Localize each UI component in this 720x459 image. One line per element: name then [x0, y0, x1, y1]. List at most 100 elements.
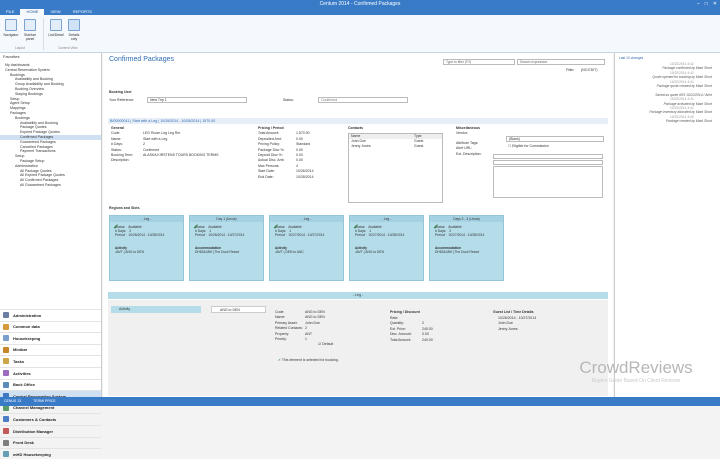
attribute-tags-field[interactable] [493, 154, 603, 159]
alert-url-field[interactable] [493, 160, 603, 165]
module-icon [3, 324, 9, 330]
module-front-desk[interactable]: Front Desk [0, 437, 101, 448]
tree-item-label: My dashboards [5, 63, 30, 67]
field-label: End Date: [258, 175, 296, 180]
tree-item-label: Cancelled Packages [20, 145, 53, 149]
status-item: CENUS 13 [4, 397, 21, 406]
navigation-tree: My dashboardsCentral Reservation SystemB… [0, 63, 101, 308]
commission-checkbox[interactable]: ☐ Eligible for Commission [508, 144, 549, 148]
card-field-label: Period: [355, 233, 365, 237]
region-card[interactable]: Days 2 - 3 (Uncia)✓Status:Available# Day… [429, 215, 504, 281]
field-value[interactable]: 240.00 [422, 338, 433, 343]
module-tasks[interactable]: Tasks [0, 355, 101, 366]
tree-item-label: Setup [10, 97, 19, 101]
tree-item-label: All Package Quotes [20, 169, 52, 173]
tree-item-label: All Guaranteed Packages [20, 183, 61, 187]
ribbon-separator [43, 18, 44, 50]
card-title: - Leg - [110, 216, 183, 222]
commission-label: Eligible for Commission [512, 144, 549, 148]
contacts-grid[interactable]: NameType John DoeGuestJenny JonesGuest [348, 133, 443, 203]
field-value[interactable]: ALASKA KIRSTENS TOURS BOOKING TERMS [143, 153, 218, 158]
change-text[interactable]: Package created by Mark Short [615, 119, 720, 123]
module-housekeeping[interactable]: Housekeeping [0, 332, 101, 343]
minimize-icon[interactable]: – [697, 0, 700, 8]
module-icon [3, 382, 9, 388]
region-card[interactable]: - Leg -✓Status:Available# Days:1Period:1… [269, 215, 344, 281]
card-field-label: Period: [115, 233, 125, 237]
tree-item-label: Setup [15, 154, 24, 158]
card-section-value: JAVT | ANG to DEN [115, 250, 144, 254]
pricing-discount-fields: Rate:Quantity:2Ext. Price:240.00Disc. Am… [390, 316, 433, 343]
tree-item[interactable]: All Guaranteed Packages [0, 183, 101, 188]
window-controls: – □ ✕ [697, 0, 717, 8]
field-value[interactable]: 10/28/2014 [296, 175, 314, 180]
card-field: Period:10/26/2014 - 10/28/2014 [115, 233, 164, 237]
list-detail-button[interactable]: List/Detail [48, 19, 64, 37]
navigator-label: Navigator [4, 33, 19, 37]
module-minibar[interactable]: Minibar [0, 344, 101, 355]
ext-description-field[interactable] [493, 166, 603, 198]
card-field: Period:10/26/2014 - 10/27/2014 [195, 233, 244, 237]
module-icon [3, 451, 9, 457]
card-title: Day 1 (Uncia) [190, 216, 263, 222]
module-mhd-housekeeping[interactable]: mHD Housekeeping [0, 448, 101, 459]
ribbon: Navigator Sidebar panel List/Detail Deta… [0, 15, 720, 53]
region-card[interactable]: - Leg -✓Status:Available# Days:1Period:1… [349, 215, 424, 281]
maximize-icon[interactable]: □ [705, 0, 708, 8]
tree-item-label: Payment Transactions [20, 149, 56, 153]
module-activities[interactable]: Activities [0, 367, 101, 378]
module-common-data[interactable]: Common data [0, 321, 101, 332]
field-value[interactable]: 1 [305, 337, 307, 342]
module-label: Administration [13, 313, 41, 318]
tree-item-label: Packages [10, 111, 26, 115]
contact-name: Jenny Jones [349, 144, 414, 149]
booking-user-header: Booking User [109, 90, 132, 94]
region-card[interactable]: Day 1 (Uncia)✓Status:Available# Days:1Pe… [189, 215, 264, 281]
contact-type: Guest [414, 144, 423, 149]
module-administration[interactable]: Administration [0, 309, 101, 320]
module-label: Tasks [13, 359, 24, 364]
your-reference-field[interactable]: New Trip 1 [147, 97, 247, 103]
leg-chip[interactable]: ANG to DEN [211, 306, 266, 313]
card-section-value: JAVT | ANG to DEN [355, 250, 384, 254]
leg-section-bar[interactable]: - Leg - [108, 292, 608, 299]
details-icon [68, 19, 80, 31]
guest-list-header: Guest List / Time Details [493, 310, 534, 314]
filter-input[interactable]: Type to filter (F3) [443, 59, 515, 65]
sidebar-panel-label: Sidebar panel [24, 33, 36, 41]
guest-list: 10/26/2014 - 10/27/2014John DoeJenny Jon… [498, 316, 536, 332]
activity-tab[interactable]: Activity [111, 306, 201, 313]
general-section: General Code:LEG Room Leg Leg RmName:Sta… [111, 126, 218, 164]
card-field-value: 10/26/2014 - 10/27/2014 [208, 233, 244, 237]
module-label: Back Office [13, 382, 35, 387]
tree-item-label: Package Quotes [20, 125, 47, 129]
module-customers-contacts[interactable]: Customers & Contacts [0, 413, 101, 424]
selected-note: ✓ This element is selected for booking. [278, 358, 339, 362]
tree-item-label: Expired Package Quotes [20, 130, 60, 134]
booking-summary-link[interactable]: B/00000041 | Start with a Leg | 10/26/20… [108, 118, 608, 124]
field-value[interactable]: John Doe [305, 321, 320, 326]
window-title: Centum 2014 - Confirmed Packages [320, 1, 401, 7]
close-icon[interactable]: ✕ [713, 0, 717, 8]
status-label: Status: [283, 98, 294, 102]
module-label: Channel Management [13, 405, 54, 410]
field-row: Total Amount:240.00 [390, 338, 433, 343]
contacts-section: Contacts [348, 126, 363, 131]
status-bar: CENUS 13 TERMI PRICE [0, 397, 720, 406]
module-distribution-manager[interactable]: Distribution Manager [0, 425, 101, 436]
tree-item-label: Administration [15, 164, 38, 168]
default-checkbox[interactable]: ☑ Default [318, 342, 333, 346]
module-icon [3, 347, 9, 353]
contact-row[interactable]: Jenny JonesGuest [349, 144, 442, 149]
field-value[interactable]: Start with a Leg [143, 137, 167, 142]
tree-item-label: Confirmed Packages [20, 135, 53, 139]
vendor-select[interactable]: (Blank) [506, 136, 604, 142]
search-expression-input[interactable]: Search expression [517, 59, 605, 65]
sidebar-panel-button[interactable]: Sidebar panel [22, 19, 38, 41]
regions-header: Regions and Slots [109, 206, 140, 210]
module-icon [3, 428, 9, 434]
details-only-button[interactable]: Details only [66, 19, 82, 41]
module-back-office[interactable]: Back Office [0, 379, 101, 390]
region-card[interactable]: - Leg -✓Status:Available# Days:2Period:1… [109, 215, 184, 281]
navigator-button[interactable]: Navigator [3, 19, 19, 37]
